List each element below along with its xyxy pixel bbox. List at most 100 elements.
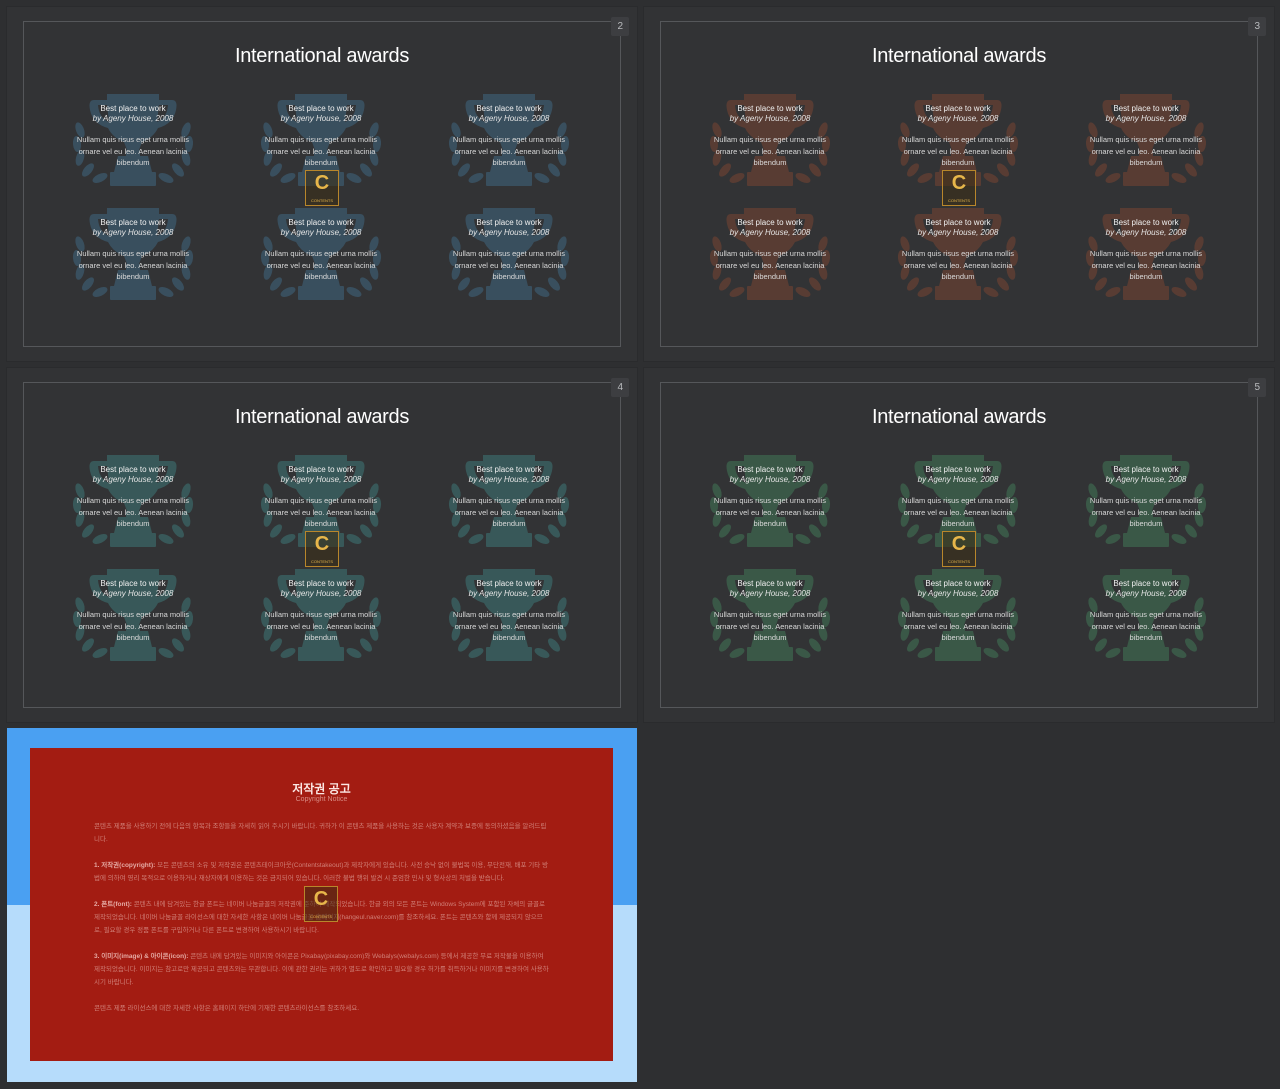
slide-3[interactable]: 3 International awards Best place to wor…	[644, 7, 1274, 361]
award-title: Best place to work	[737, 218, 803, 227]
award-description: Nullam quis risus eget urna mollis ornar…	[452, 249, 566, 281]
copyright-section-3: 3. 이미지(image) & 아이콘(icon): 콘텐츠 내에 담겨있는 이…	[94, 950, 549, 989]
award-by: by Ageny House, 2008	[1105, 589, 1187, 598]
award-by: by Ageny House, 2008	[1105, 475, 1187, 484]
award-card: Best place to work by Ageny House, 2008 Nu…	[705, 567, 835, 663]
award-description: Nullam quis risus eget urna mollis ornar…	[76, 249, 190, 281]
award-by: by Ageny House, 2008	[280, 228, 362, 237]
award-by: by Ageny House, 2008	[917, 114, 999, 123]
award-card: Best place to work by Ageny House, 2008 Nu…	[256, 567, 386, 663]
watermark-text: CONTENTS	[311, 198, 333, 203]
award-description: Nullam quis risus eget urna mollis ornar…	[901, 135, 1015, 167]
award-description: Nullam quis risus eget urna mollis ornar…	[1089, 135, 1203, 167]
award-by: by Ageny House, 2008	[92, 475, 174, 484]
award-by: by Ageny House, 2008	[280, 589, 362, 598]
copyright-title: 저작권 공고	[292, 782, 351, 796]
watermark-text: CONTENTS	[948, 559, 970, 564]
award-by: by Ageny House, 2008	[729, 589, 811, 598]
award-by: by Ageny House, 2008	[729, 475, 811, 484]
watermark-logo: C CONTENTS	[942, 170, 976, 206]
award-description: Nullam quis risus eget urna mollis ornar…	[713, 496, 827, 528]
award-text: Best place to work by Ageny House, 2008 Nu…	[256, 218, 386, 283]
award-title: Best place to work	[737, 465, 803, 474]
award-by: by Ageny House, 2008	[280, 114, 362, 123]
award-description: Nullam quis risus eget urna mollis ornar…	[1089, 249, 1203, 281]
award-title: Best place to work	[288, 579, 354, 588]
award-text: Best place to work by Ageny House, 2008 Nu…	[68, 104, 198, 169]
award-description: Nullam quis risus eget urna mollis ornar…	[264, 496, 378, 528]
slide-number: 3	[1248, 17, 1266, 36]
watermark-letter: C	[313, 888, 329, 910]
award-by: by Ageny House, 2008	[468, 114, 550, 123]
award-title: Best place to work	[100, 579, 166, 588]
award-title: Best place to work	[100, 465, 166, 474]
award-by: by Ageny House, 2008	[280, 475, 362, 484]
award-text: Best place to work by Ageny House, 2008 Nu…	[893, 104, 1023, 169]
section-text: 모든 콘텐츠의 소유 및 저작권은 콘텐츠테이크아웃(Contentstakeo…	[94, 862, 549, 882]
watermark-text: CONTENTS	[311, 559, 333, 564]
copyright-section-1: 1. 저작권(copyright): 모든 콘텐츠의 소유 및 저작권은 콘텐츠…	[94, 859, 549, 885]
section-heading: 2. 폰트(font):	[94, 901, 132, 908]
award-by: by Ageny House, 2008	[729, 228, 811, 237]
award-card: Best place to work by Ageny House, 2008 Nu…	[444, 453, 574, 549]
award-title: Best place to work	[288, 104, 354, 113]
award-by: by Ageny House, 2008	[92, 228, 174, 237]
award-card: Best place to work by Ageny House, 2008 Nu…	[1081, 92, 1211, 188]
award-card: Best place to work by Ageny House, 2008 Nu…	[444, 206, 574, 302]
copyright-intro: 콘텐츠 제품을 사용하기 전에 다음의 항목과 조항들을 자세히 읽어 주시기 …	[94, 823, 547, 843]
copyright-panel: 저작권 공고 Copyright Notice 콘텐츠 제품을 사용하기 전에 …	[30, 748, 613, 1061]
award-description: Nullam quis risus eget urna mollis ornar…	[1089, 496, 1203, 528]
award-description: Nullam quis risus eget urna mollis ornar…	[1089, 610, 1203, 642]
award-text: Best place to work by Ageny House, 2008 Nu…	[444, 465, 574, 530]
award-description: Nullam quis risus eget urna mollis ornar…	[76, 610, 190, 642]
award-description: Nullam quis risus eget urna mollis ornar…	[452, 135, 566, 167]
slide-5[interactable]: 5 International awards Best place to wor…	[644, 368, 1274, 722]
award-title: Best place to work	[100, 104, 166, 113]
award-by: by Ageny House, 2008	[468, 228, 550, 237]
award-by: by Ageny House, 2008	[917, 228, 999, 237]
slide-title: International awards	[234, 406, 410, 428]
slide-4[interactable]: 4 International awards Best place to wor…	[7, 368, 637, 722]
award-text: Best place to work by Ageny House, 2008 Nu…	[444, 218, 574, 283]
copyright-body: 콘텐츠 제품을 사용하기 전에 다음의 항목과 조항들을 자세히 읽어 주시기 …	[94, 820, 549, 1028]
award-text: Best place to work by Ageny House, 2008 Nu…	[1081, 465, 1211, 530]
award-card: Best place to work by Ageny House, 2008 Nu…	[68, 92, 198, 188]
copyright-subtitle: Copyright Notice	[295, 796, 348, 803]
award-text: Best place to work by Ageny House, 2008 Nu…	[256, 579, 386, 644]
award-text: Best place to work by Ageny House, 2008 Nu…	[1081, 104, 1211, 169]
watermark-logo: C CONTENTS	[942, 531, 976, 567]
award-title: Best place to work	[925, 579, 991, 588]
award-card: Best place to work by Ageny House, 2008 Nu…	[705, 206, 835, 302]
slide-2[interactable]: 2 International awards Best place to wor…	[7, 7, 637, 361]
award-text: Best place to work by Ageny House, 2008 Nu…	[705, 579, 835, 644]
watermark-letter: C	[951, 533, 967, 555]
slide-number: 5	[1248, 378, 1266, 397]
award-title: Best place to work	[737, 104, 803, 113]
award-text: Best place to work by Ageny House, 2008 Nu…	[1081, 218, 1211, 283]
award-description: Nullam quis risus eget urna mollis ornar…	[452, 496, 566, 528]
award-by: by Ageny House, 2008	[729, 114, 811, 123]
award-by: by Ageny House, 2008	[1105, 114, 1187, 123]
award-title: Best place to work	[288, 465, 354, 474]
watermark-text: CONTENTS	[310, 914, 332, 919]
award-text: Best place to work by Ageny House, 2008 Nu…	[68, 465, 198, 530]
award-title: Best place to work	[100, 218, 166, 227]
award-text: Best place to work by Ageny House, 2008 Nu…	[893, 465, 1023, 530]
award-card: Best place to work by Ageny House, 2008 Nu…	[68, 453, 198, 549]
award-description: Nullam quis risus eget urna mollis ornar…	[901, 249, 1015, 281]
award-by: by Ageny House, 2008	[468, 475, 550, 484]
award-description: Nullam quis risus eget urna mollis ornar…	[901, 610, 1015, 642]
award-card: Best place to work by Ageny House, 2008 Nu…	[256, 206, 386, 302]
award-title: Best place to work	[737, 579, 803, 588]
copyright-slide[interactable]: 저작권 공고 Copyright Notice 콘텐츠 제품을 사용하기 전에 …	[7, 728, 637, 1082]
award-title: Best place to work	[925, 104, 991, 113]
award-by: by Ageny House, 2008	[468, 589, 550, 598]
award-title: Best place to work	[925, 218, 991, 227]
award-text: Best place to work by Ageny House, 2008 Nu…	[893, 579, 1023, 644]
award-text: Best place to work by Ageny House, 2008 Nu…	[705, 465, 835, 530]
award-description: Nullam quis risus eget urna mollis ornar…	[713, 249, 827, 281]
award-description: Nullam quis risus eget urna mollis ornar…	[901, 496, 1015, 528]
award-description: Nullam quis risus eget urna mollis ornar…	[76, 135, 190, 167]
award-card: Best place to work by Ageny House, 2008 Nu…	[68, 206, 198, 302]
award-by: by Ageny House, 2008	[917, 475, 999, 484]
